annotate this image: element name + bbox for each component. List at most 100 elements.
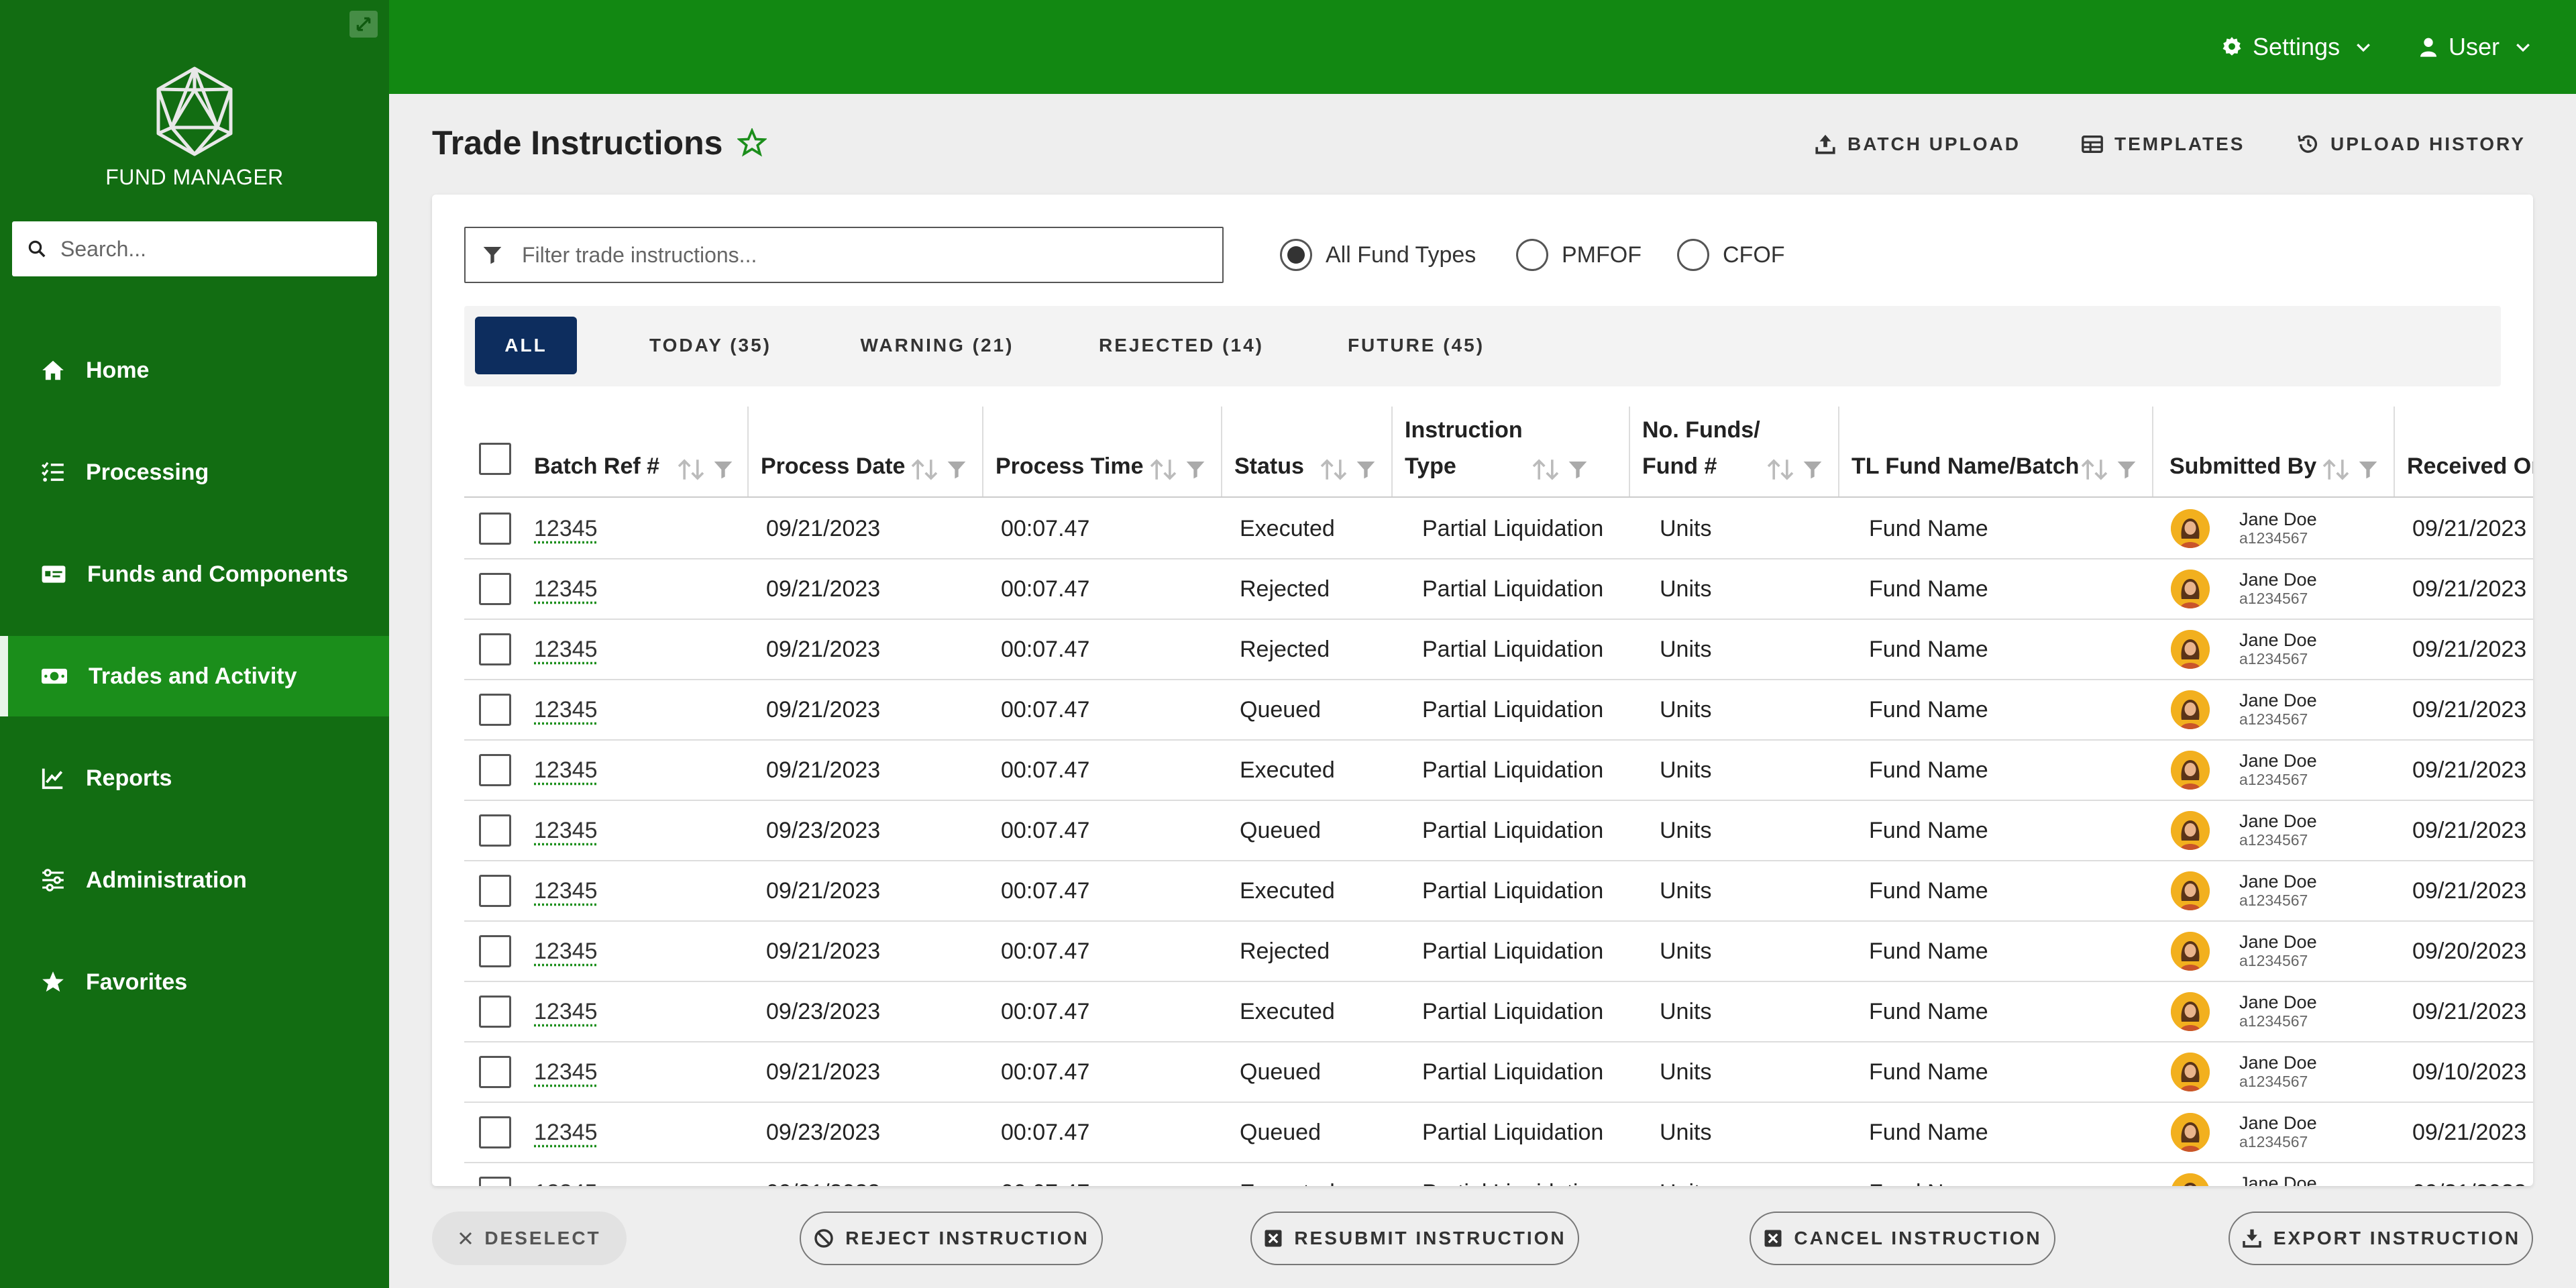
- sort-icon[interactable]: [2321, 458, 2351, 482]
- filter-field[interactable]: [464, 227, 1224, 283]
- batch-ref-link[interactable]: 12345: [534, 697, 598, 723]
- table-row[interactable]: 12345 09/23/2023 00:07.47 Queued Partial Liq…: [464, 801, 2533, 861]
- table-row[interactable]: 12345 09/23/2023 00:07.47 Executed Partial L…: [464, 982, 2533, 1042]
- row-checkbox[interactable]: [479, 875, 511, 907]
- batch-ref-link[interactable]: 12345: [534, 818, 598, 844]
- batch-ref-link[interactable]: 12345: [534, 637, 598, 663]
- sort-icon[interactable]: [676, 458, 706, 482]
- table-row[interactable]: 12345 09/21/2023 00:07.47 Queued Partial Liq…: [464, 1042, 2533, 1103]
- sort-icon[interactable]: [1319, 458, 1348, 482]
- table-row[interactable]: 12345 09/21/2023 00:07.47 Executed Partial L…: [464, 499, 2533, 559]
- column-filter-icon[interactable]: [1185, 459, 1206, 480]
- column-filter-icon[interactable]: [1802, 459, 1823, 480]
- table-row[interactable]: 12345 09/21/2023 00:07.47 Rejected Partial L…: [464, 620, 2533, 680]
- templates-button[interactable]: TEMPLATES: [2081, 127, 2245, 161]
- column-status[interactable]: Status: [1222, 407, 1393, 496]
- sidebar-item-funds-and-components[interactable]: Funds and Components: [0, 534, 389, 614]
- sidebar-search-input[interactable]: [60, 236, 356, 262]
- column-submitted-by[interactable]: Submitted By: [2153, 407, 2395, 496]
- settings-menu[interactable]: Settings: [2220, 27, 2373, 67]
- resubmit-instruction-button[interactable]: RESUBMIT INSTRUCTION: [1250, 1212, 1579, 1265]
- column-process-date[interactable]: Process Date: [749, 407, 983, 496]
- table-row[interactable]: 12345 09/21/2023 00:07.47 Executed Partial L…: [464, 861, 2533, 922]
- sort-icon[interactable]: [2080, 458, 2109, 482]
- row-checkbox[interactable]: [479, 1056, 511, 1088]
- sidebar-item-reports[interactable]: Reports: [0, 738, 389, 818]
- column-filter-icon[interactable]: [1355, 459, 1377, 480]
- radio-cfof[interactable]: CFOF: [1677, 237, 1785, 272]
- tab-today[interactable]: TODAY (35): [612, 317, 809, 374]
- batch-upload-button[interactable]: BATCH UPLOAD: [1814, 127, 2021, 161]
- table-row[interactable]: 12345 09/21/2023 00:07.47 Rejected Partial L…: [464, 922, 2533, 982]
- column-filter-icon[interactable]: [946, 459, 967, 480]
- sidebar-item-home[interactable]: Home: [0, 330, 389, 411]
- filter-input[interactable]: [522, 242, 1193, 268]
- table-row[interactable]: 12345 09/23/2023 00:07.47 Queued Partial Liq…: [464, 1103, 2533, 1163]
- row-checkbox[interactable]: [479, 1116, 511, 1148]
- batch-ref-link[interactable]: 12345: [534, 1180, 598, 1187]
- column-no-funds[interactable]: No. Funds/Fund #: [1630, 407, 1839, 496]
- row-checkbox[interactable]: [479, 633, 511, 665]
- column-instruction-type[interactable]: Instruction Type: [1393, 407, 1630, 496]
- sort-icon[interactable]: [1766, 458, 1795, 482]
- column-filter-icon[interactable]: [2116, 459, 2137, 480]
- row-checkbox[interactable]: [479, 935, 511, 967]
- sidebar-item-administration[interactable]: Administration: [0, 840, 389, 920]
- column-filter-icon[interactable]: [1567, 459, 1589, 480]
- templates-label: TEMPLATES: [2114, 133, 2245, 154]
- batch-ref-link[interactable]: 12345: [534, 938, 598, 965]
- sort-icon[interactable]: [910, 458, 939, 482]
- collapse-sidebar-button[interactable]: [350, 11, 378, 38]
- cancel-instruction-button[interactable]: CANCEL INSTRUCTION: [1750, 1212, 2055, 1265]
- column-filter-icon[interactable]: [2357, 459, 2379, 480]
- upload-history-button[interactable]: UPLOAD HISTORY: [2297, 127, 2526, 161]
- row-checkbox[interactable]: [479, 513, 511, 545]
- reject-instruction-button[interactable]: REJECT INSTRUCTION: [800, 1212, 1103, 1265]
- table-row[interactable]: 12345 09/21/2023 00:07.47 Executed Partial L…: [464, 1163, 2533, 1186]
- user-id: a1234567: [2239, 710, 2308, 728]
- tab-warning[interactable]: WARNING (21): [826, 317, 1048, 374]
- row-checkbox[interactable]: [479, 573, 511, 605]
- table-row[interactable]: 12345 09/21/2023 00:07.47 Executed Partial L…: [464, 741, 2533, 801]
- favorite-star-icon[interactable]: [737, 128, 767, 158]
- export-instruction-button[interactable]: EXPORT INSTRUCTION: [2229, 1212, 2533, 1265]
- column-tl-fund-name[interactable]: TL Fund Name/Batch: [1839, 407, 2153, 496]
- cell-submitted-by: Jane Doea1234567: [2171, 1042, 2317, 1102]
- column-filter-icon[interactable]: [712, 459, 734, 480]
- row-checkbox[interactable]: [479, 1177, 511, 1186]
- sidebar-item-favorites[interactable]: Favorites: [0, 942, 389, 1022]
- sidebar-nav: Home Processing Funds and Components Tra…: [0, 330, 389, 1044]
- sidebar-item-trades-and-activity[interactable]: Trades and Activity: [0, 636, 389, 716]
- tab-rejected[interactable]: REJECTED (14): [1065, 317, 1297, 374]
- batch-ref-link[interactable]: 12345: [534, 1120, 598, 1146]
- sort-icon[interactable]: [1531, 458, 1560, 482]
- deselect-button[interactable]: DESELECT: [432, 1212, 627, 1265]
- column-batch-ref[interactable]: Batch Ref #: [464, 407, 749, 496]
- batch-ref-link[interactable]: 12345: [534, 1059, 598, 1085]
- batch-ref-link[interactable]: 12345: [534, 999, 598, 1025]
- radio-pmfof[interactable]: PMFOF: [1516, 237, 1642, 272]
- radio-all-fund-types[interactable]: All Fund Types: [1280, 237, 1476, 272]
- table-row[interactable]: 12345 09/21/2023 00:07.47 Rejected Partial L…: [464, 559, 2533, 620]
- sidebar-search[interactable]: [12, 221, 377, 276]
- column-process-time[interactable]: Process Time: [983, 407, 1222, 496]
- tab-all[interactable]: ALL: [475, 317, 577, 374]
- radio-button[interactable]: [1280, 239, 1312, 271]
- radio-button[interactable]: [1516, 239, 1548, 271]
- user-name: Jane Doe: [2239, 871, 2317, 892]
- batch-ref-link[interactable]: 12345: [534, 878, 598, 904]
- row-checkbox[interactable]: [479, 694, 511, 726]
- column-received-on[interactable]: Received On: [2395, 407, 2533, 496]
- row-checkbox[interactable]: [479, 996, 511, 1028]
- sort-icon[interactable]: [1148, 458, 1178, 482]
- user-menu[interactable]: User: [2418, 27, 2533, 67]
- sidebar-item-processing[interactable]: Processing: [0, 432, 389, 513]
- batch-ref-link[interactable]: 12345: [534, 516, 598, 542]
- table-row[interactable]: 12345 09/21/2023 00:07.47 Queued Partial Liq…: [464, 680, 2533, 741]
- batch-ref-link[interactable]: 12345: [534, 757, 598, 784]
- tab-future[interactable]: FUTURE (45): [1313, 317, 1519, 374]
- row-checkbox[interactable]: [479, 814, 511, 847]
- row-checkbox[interactable]: [479, 754, 511, 786]
- batch-ref-link[interactable]: 12345: [534, 576, 598, 602]
- radio-button[interactable]: [1677, 239, 1709, 271]
